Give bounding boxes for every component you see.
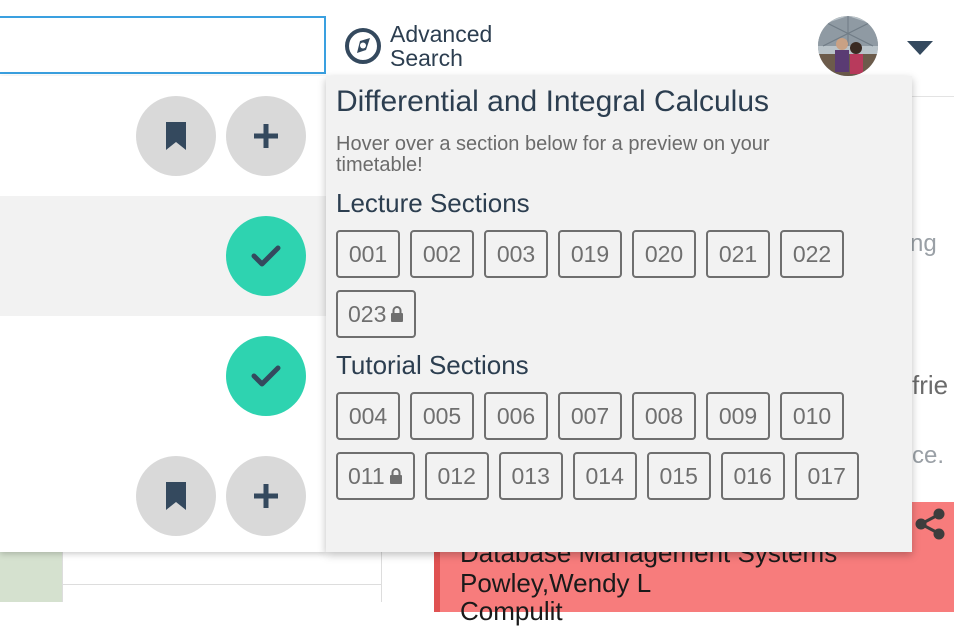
course-title: Differential and Integral Calculus	[336, 85, 770, 118]
lecture-section-001[interactable]: 001	[336, 230, 400, 278]
section-code: 001	[348, 240, 388, 267]
lock-icon	[391, 306, 404, 322]
section-code: 006	[496, 402, 536, 429]
chevron-down-icon[interactable]	[907, 41, 933, 55]
section-code: 015	[659, 462, 698, 489]
section-code: 007	[570, 402, 610, 429]
advanced-search-label: Advanced Search	[390, 21, 493, 71]
avatar[interactable]	[818, 16, 878, 76]
section-code: 005	[422, 402, 462, 429]
search-input[interactable]	[0, 16, 326, 74]
lecture-sections-heading: Lecture Sections	[336, 188, 530, 218]
avatar-photo	[818, 16, 878, 76]
lecture-section-019[interactable]: 019	[558, 230, 622, 278]
tutorial-sections-heading: Tutorial Sections	[336, 350, 529, 380]
bookmark-icon	[166, 122, 186, 150]
section-code: 004	[348, 402, 388, 429]
section-code: 017	[807, 462, 846, 489]
tutorial-section-016[interactable]: 016	[720, 452, 785, 500]
lecture-sections-list: 001 002 003 019 020 021 022 023	[336, 230, 876, 338]
plus-icon	[254, 484, 278, 508]
section-code: 016	[733, 462, 772, 489]
lecture-section-020[interactable]: 020	[632, 230, 696, 278]
tutorial-section-017[interactable]: 017	[794, 452, 859, 500]
course-location: Compulit	[460, 596, 563, 626]
lock-icon	[389, 468, 402, 484]
list-item[interactable]	[0, 436, 326, 556]
section-code: 022	[792, 240, 832, 267]
section-code: 010	[792, 402, 832, 429]
section-code: 019	[570, 240, 610, 267]
calendar-cell	[0, 552, 62, 602]
plus-icon	[254, 124, 278, 148]
check-icon	[251, 245, 281, 267]
list-item[interactable]	[0, 76, 326, 196]
tutorial-sections-list: 004 005 006 007 008 009 010 011 012 013 014 015 016 0…	[336, 392, 876, 500]
add-course-button[interactable]	[226, 96, 306, 176]
lecture-section-022[interactable]: 022	[780, 230, 844, 278]
section-code: 003	[496, 240, 536, 267]
lecture-section-003[interactable]: 003	[484, 230, 548, 278]
background-text: frie	[912, 370, 949, 400]
tutorial-section-004[interactable]: 004	[336, 392, 400, 440]
share-icon[interactable]	[912, 506, 948, 542]
tutorial-section-015[interactable]: 015	[646, 452, 711, 500]
compass-icon	[345, 28, 381, 64]
section-code: 008	[644, 402, 684, 429]
added-check-button[interactable]	[226, 216, 306, 296]
add-course-button[interactable]	[226, 456, 306, 536]
section-code: 021	[718, 240, 758, 267]
tutorial-section-008[interactable]: 008	[632, 392, 696, 440]
section-code: 014	[585, 462, 624, 489]
check-icon	[251, 365, 281, 387]
section-code: 020	[644, 240, 684, 267]
section-code: 011	[348, 462, 385, 489]
bookmark-button[interactable]	[136, 456, 216, 536]
tutorial-section-014[interactable]: 014	[572, 452, 637, 500]
bookmark-button[interactable]	[136, 96, 216, 176]
tutorial-section-010[interactable]: 010	[780, 392, 844, 440]
bookmark-icon	[166, 482, 186, 510]
added-check-button[interactable]	[226, 336, 306, 416]
tutorial-section-006[interactable]: 006	[484, 392, 548, 440]
lecture-section-002[interactable]: 002	[410, 230, 474, 278]
section-code: 002	[422, 240, 462, 267]
tutorial-section-009[interactable]: 009	[706, 392, 770, 440]
course-sections-popover: Differential and Integral Calculus Hover…	[326, 76, 912, 552]
list-item[interactable]	[0, 316, 326, 436]
tutorial-section-007[interactable]: 007	[558, 392, 622, 440]
section-code: 009	[718, 402, 758, 429]
background-text: ce.	[912, 442, 945, 469]
lecture-section-023[interactable]: 023	[336, 290, 417, 338]
instructor-name: Powley,Wendy L	[460, 568, 652, 598]
section-code: 023	[348, 300, 387, 327]
background-text: ng	[910, 230, 937, 257]
calendar-grid	[62, 552, 382, 602]
tutorial-section-012[interactable]: 012	[424, 452, 489, 500]
section-code: 012	[437, 462, 476, 489]
search-results-list	[0, 76, 326, 552]
tutorial-section-005[interactable]: 005	[410, 392, 474, 440]
preview-hint: Hover over a section below for a preview…	[336, 133, 770, 176]
tutorial-section-011[interactable]: 011	[336, 452, 415, 500]
advanced-search-button[interactable]: Advanced Search	[344, 22, 510, 70]
tutorial-section-013[interactable]: 013	[498, 452, 563, 500]
list-item[interactable]	[0, 196, 326, 316]
lecture-section-021[interactable]: 021	[706, 230, 770, 278]
section-code: 013	[511, 462, 550, 489]
